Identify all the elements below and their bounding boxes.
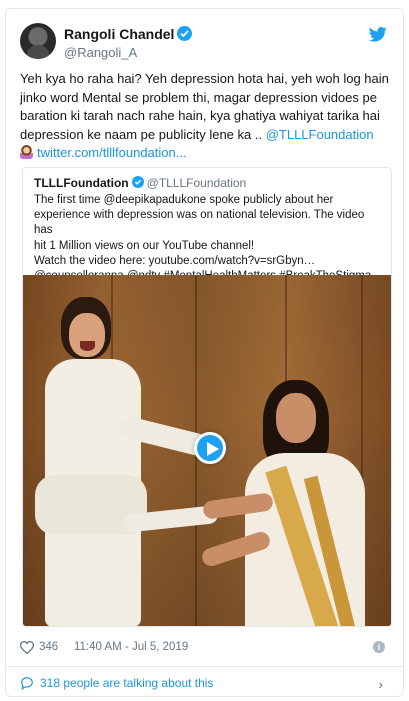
quoted-text-line: Watch the video here: youtube.com/watch?…	[34, 254, 316, 267]
tweet-footer: 346 11:40 AM - Jul 5, 2019 i	[20, 639, 391, 657]
like-count[interactable]: 346	[39, 641, 58, 653]
tweet-link[interactable]: twitter.com/tlllfoundation...	[37, 145, 187, 160]
tweet-timestamp[interactable]: 11:40 AM - Jul 5, 2019	[74, 641, 188, 653]
footer-divider	[6, 666, 403, 667]
quoted-verified-badge-icon	[131, 176, 144, 188]
author-display-name[interactable]: Rangoli Chandel	[64, 26, 174, 42]
quoted-tweet-header: TLLLFoundation @TLLLFoundation	[34, 176, 246, 190]
play-icon	[207, 442, 219, 456]
video-thumbnail[interactable]	[23, 275, 391, 626]
quoted-text-line: The first time @deepikapadukone spoke pu…	[34, 194, 334, 206]
quoted-tweet[interactable]: TLLLFoundation @TLLLFoundation The first …	[22, 167, 392, 627]
author-name-block[interactable]: Rangoli Chandel @Rangoli_A	[64, 25, 193, 60]
woman-emoji-icon	[20, 145, 33, 159]
twitter-bird-icon[interactable]	[369, 27, 387, 42]
tweet-header: Rangoli Chandel @Rangoli_A	[20, 23, 391, 67]
heart-icon[interactable]	[20, 641, 34, 654]
conversation-link[interactable]: 318 people are talking about this ›	[20, 675, 391, 693]
author-handle[interactable]: @Rangoli_A	[64, 45, 192, 60]
speech-bubble-icon	[21, 677, 33, 690]
quoted-text-line: hit 1 Million views on our YouTube chann…	[34, 239, 255, 252]
right-person-face	[276, 393, 316, 443]
mention-link[interactable]: @TLLLFoundation	[266, 127, 374, 142]
embedded-tweet-card: Rangoli Chandel @Rangoli_A Yeh kya ho ra…	[5, 8, 404, 697]
verified-badge-icon	[177, 26, 193, 42]
conversation-count-text[interactable]: 318 people are talking about this	[40, 676, 213, 690]
left-person-mouth	[80, 341, 95, 351]
play-button[interactable]	[194, 432, 226, 464]
quoted-handle: @TLLLFoundation	[146, 176, 247, 190]
quoted-text-line: experience with depression was on nation…	[34, 209, 365, 237]
author-avatar[interactable]	[20, 23, 56, 59]
info-icon[interactable]: i	[373, 641, 385, 653]
quoted-text: The first time @deepikapadukone spoke pu…	[34, 193, 384, 284]
tweet-body: Yeh kya ho raha hai? Yeh depression hota…	[20, 70, 392, 163]
chevron-right-icon[interactable]: ›	[378, 676, 383, 692]
quoted-display-name: TLLLFoundation	[34, 176, 129, 190]
